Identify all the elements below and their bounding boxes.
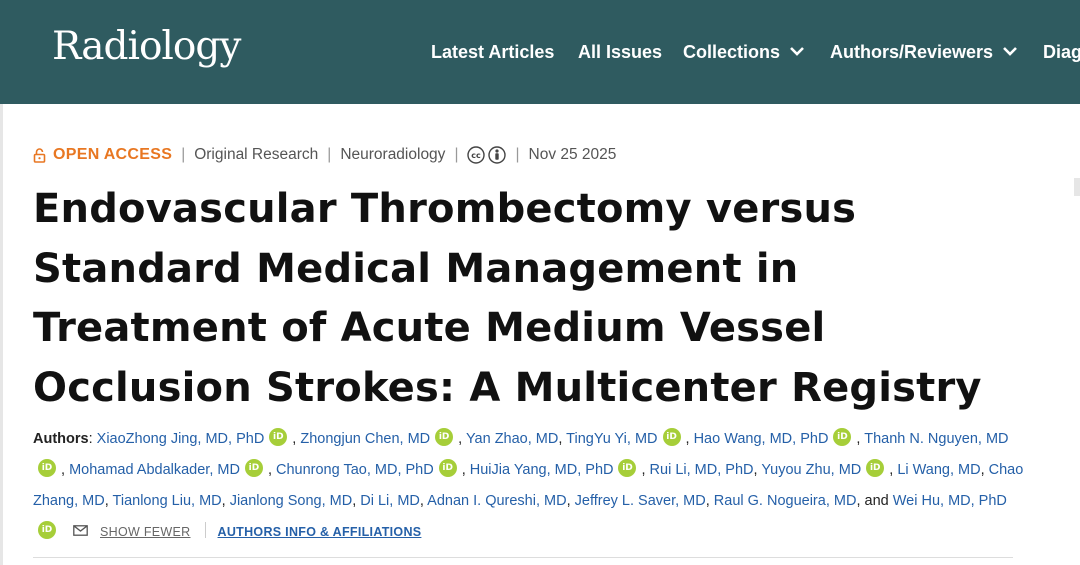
author-link[interactable]: Di Li, MD xyxy=(360,493,420,509)
author-link[interactable]: Hao Wang, MD, PhD xyxy=(694,431,829,447)
author-link[interactable]: Yuyou Zhu, MD xyxy=(761,462,861,478)
author-link[interactable]: Jeffrey L. Saver, MD xyxy=(575,493,706,509)
orcid-icon[interactable]: iD xyxy=(866,459,885,478)
nav-authors-reviewers-label: Authors/Reviewers xyxy=(830,42,994,62)
svg-text:cc: cc xyxy=(472,151,482,160)
divider: | xyxy=(515,146,520,163)
divider xyxy=(204,522,206,539)
orcid-icon[interactable]: iD xyxy=(244,459,263,478)
orcid-icon[interactable]: iD xyxy=(269,428,288,447)
nav-all-issues[interactable]: All Issues xyxy=(578,42,662,63)
radiology-logo[interactable]: Radiology xyxy=(52,24,241,69)
attribution-icon xyxy=(488,146,507,164)
nav-authors-reviewers[interactable]: Authors/Reviewers xyxy=(830,42,1017,63)
authors-block: Authors: XiaoZhong Jing, MD, PhD iD, Zhon… xyxy=(33,424,1033,548)
lock-icon xyxy=(33,147,46,163)
orcid-icon[interactable]: iD xyxy=(38,459,56,478)
author-link[interactable]: Li Wang, MD xyxy=(897,462,980,478)
orcid-icon[interactable]: iD xyxy=(662,428,681,447)
show-fewer-button[interactable]: SHOW FEWER xyxy=(100,525,191,539)
author-link[interactable]: Jianlong Song, MD xyxy=(230,493,353,509)
orcid-icon[interactable]: iD xyxy=(435,428,454,447)
author-link[interactable]: HuiJia Yang, MD, PhD xyxy=(470,462,614,478)
author-link[interactable]: Rui Li, MD, PhD xyxy=(650,462,754,478)
mail-icon[interactable] xyxy=(73,524,88,536)
license-icons[interactable]: cc xyxy=(467,146,507,164)
nav-diag-truncated[interactable]: Diag xyxy=(1043,42,1080,63)
divider: | xyxy=(327,146,332,163)
author-link[interactable]: Tianlong Liu, MD xyxy=(113,493,222,509)
publish-date: Nov 25 2025 xyxy=(528,146,617,163)
author-link[interactable]: Raul G. Nogueira, MD xyxy=(714,493,857,509)
author-link[interactable]: Chunrong Tao, MD, PhD xyxy=(276,462,434,478)
nav-latest-articles[interactable]: Latest Articles xyxy=(431,42,554,63)
nav-collections-label: Collections xyxy=(683,42,781,62)
author-link[interactable]: XiaoZhong Jing, MD, PhD xyxy=(97,431,265,447)
site-header: Radiology Latest Articles All Issues Col… xyxy=(0,0,1080,104)
author-link[interactable]: Yan Zhao, MD xyxy=(466,431,558,447)
divider: | xyxy=(454,146,459,163)
chevron-down-icon xyxy=(790,46,804,56)
authors-label: Authors xyxy=(33,431,89,447)
open-access-badge: OPEN ACCESS xyxy=(53,146,173,163)
author-link[interactable]: Mohamad Abdalkader, MD xyxy=(69,462,240,478)
creative-commons-icon: cc xyxy=(467,146,486,164)
left-border xyxy=(0,104,3,565)
orcid-icon[interactable]: iD xyxy=(833,428,852,447)
authors-conjunction: and xyxy=(864,493,889,509)
author-link[interactable]: Thanh N. Nguyen, MD xyxy=(864,431,1008,447)
scroll-marker xyxy=(1074,178,1080,196)
author-link[interactable]: Adnan I. Qureshi, MD xyxy=(427,493,566,509)
author-link[interactable]: Zhongjun Chen, MD xyxy=(300,431,430,447)
author-link[interactable]: Wei Hu, MD, PhD xyxy=(893,493,1007,509)
orcid-icon[interactable]: iD xyxy=(38,521,56,540)
divider: | xyxy=(181,146,186,163)
orcid-icon[interactable]: iD xyxy=(618,459,637,478)
author-link[interactable]: TingYu Yi, MD xyxy=(566,431,657,447)
article-title: Endovascular Thrombectomy versus Standar… xyxy=(33,186,982,411)
nav-collections[interactable]: Collections xyxy=(683,42,804,63)
article-meta: OPEN ACCESS | Original Research | Neuror… xyxy=(33,144,616,166)
article-type[interactable]: Original Research xyxy=(194,146,318,164)
orcid-icon[interactable]: iD xyxy=(438,459,457,478)
authors-info-link[interactable]: AUTHORS INFO & AFFILIATIONS xyxy=(218,525,422,539)
chevron-down-icon xyxy=(1003,46,1017,56)
section-divider xyxy=(33,557,1013,558)
article-section[interactable]: Neuroradiology xyxy=(340,146,445,164)
